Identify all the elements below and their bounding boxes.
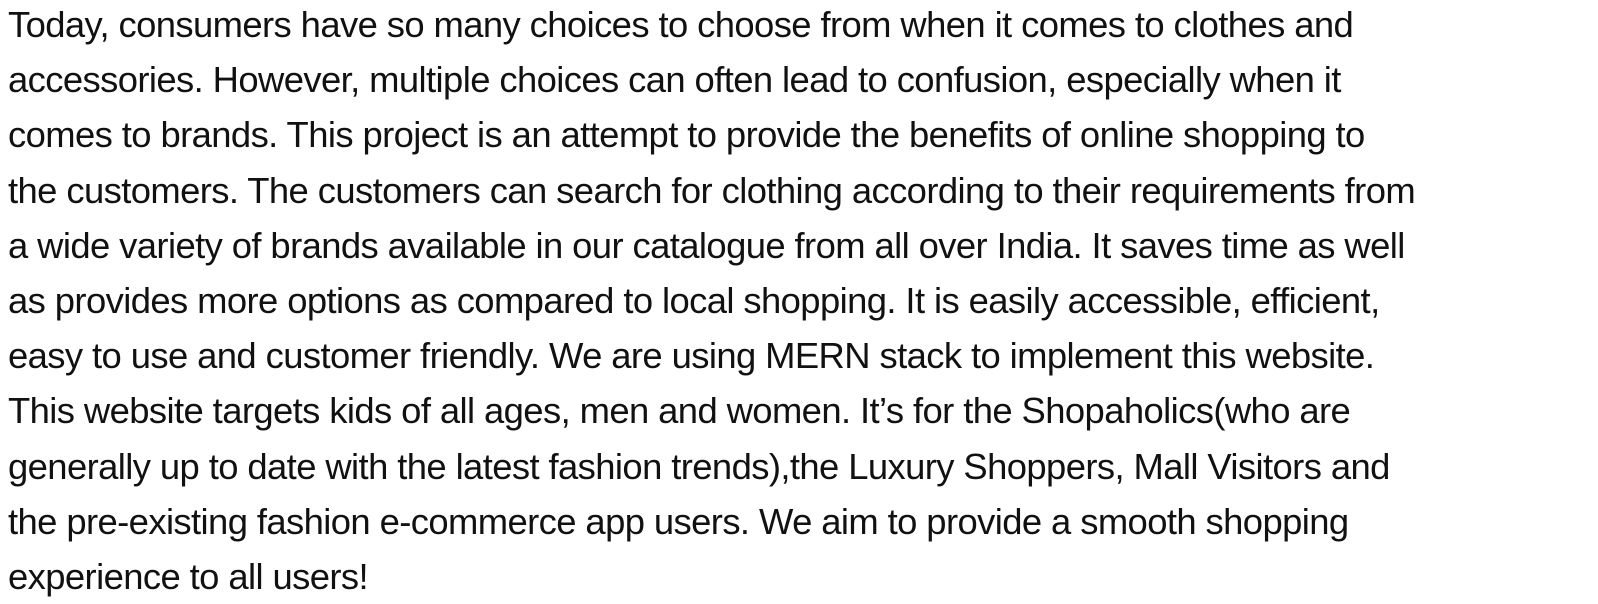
paragraph-line: generally up to date with the latest fas…: [8, 445, 1390, 487]
paragraph-line: as provides more options as compared to …: [8, 280, 1380, 322]
paragraph-line: a wide variety of brands available in ou…: [8, 224, 1405, 266]
paragraph-line: Today, consumers have so many choices to…: [8, 4, 1354, 45]
paragraph-line: accessories. However, multiple choices c…: [8, 59, 1341, 101]
paragraph-line: the customers. The customers can search …: [8, 169, 1416, 211]
paragraph-line: experience to all users!: [8, 556, 369, 598]
paragraph-line: easy to use and customer friendly. We ar…: [8, 335, 1375, 377]
description-paragraph: Today, consumers have so many choices to…: [8, 0, 1598, 604]
paragraph-line: comes to brands. This project is an atte…: [8, 114, 1365, 156]
paragraph-line: This website targets kids of all ages, m…: [8, 390, 1351, 432]
paragraph-line: the pre-existing fashion e-commerce app …: [8, 500, 1349, 542]
